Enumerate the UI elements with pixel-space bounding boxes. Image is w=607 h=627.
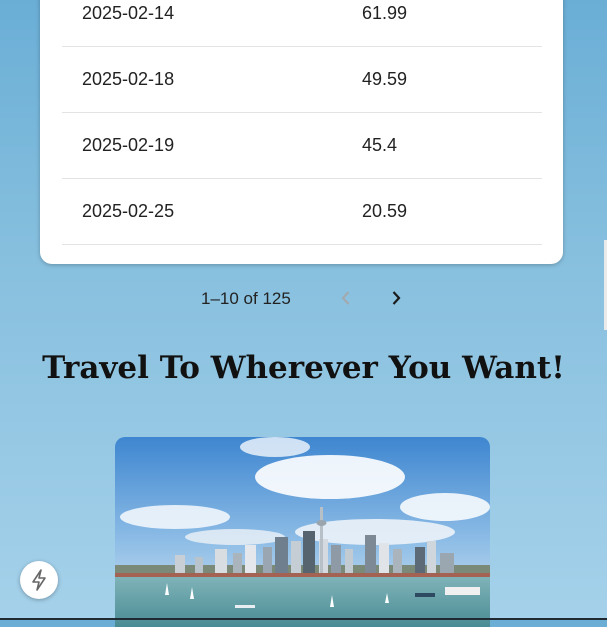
quick-action-button[interactable] (20, 561, 58, 599)
city-skyline-harbor-photo (115, 437, 490, 627)
table-row: 2025-02-25 20.59 (62, 178, 542, 245)
value-cell: 45.4 (362, 135, 398, 155)
travel-heading: Travel To Wherever You Want! (42, 350, 565, 386)
date-cell: 2025-02-14 (82, 3, 175, 23)
value-cell: 61.99 (362, 3, 408, 23)
data-table-card: 2025-02-14 61.99 2025-02-18 49.59 2025-0… (40, 0, 563, 264)
table-pagination: 1–10 of 125 (0, 287, 607, 309)
lightning-bolt-icon (32, 569, 46, 591)
table-row: 2025-02-18 49.59 (62, 46, 542, 113)
value-cell: 49.59 (362, 69, 408, 89)
table-row: 2025-02-14 61.99 (62, 0, 542, 47)
date-cell: 2025-02-25 (82, 201, 175, 221)
chevron-left-icon (341, 291, 350, 305)
date-cell: 2025-02-19 (82, 135, 175, 155)
previous-page-button[interactable] (335, 287, 357, 309)
pagination-label: 1–10 of 125 (201, 289, 291, 308)
next-page-button[interactable] (385, 287, 407, 309)
date-cell: 2025-02-18 (82, 69, 175, 89)
value-cell: 20.59 (362, 201, 408, 221)
table-row: 2025-02-19 45.4 (62, 112, 542, 179)
chevron-right-icon (392, 291, 401, 305)
